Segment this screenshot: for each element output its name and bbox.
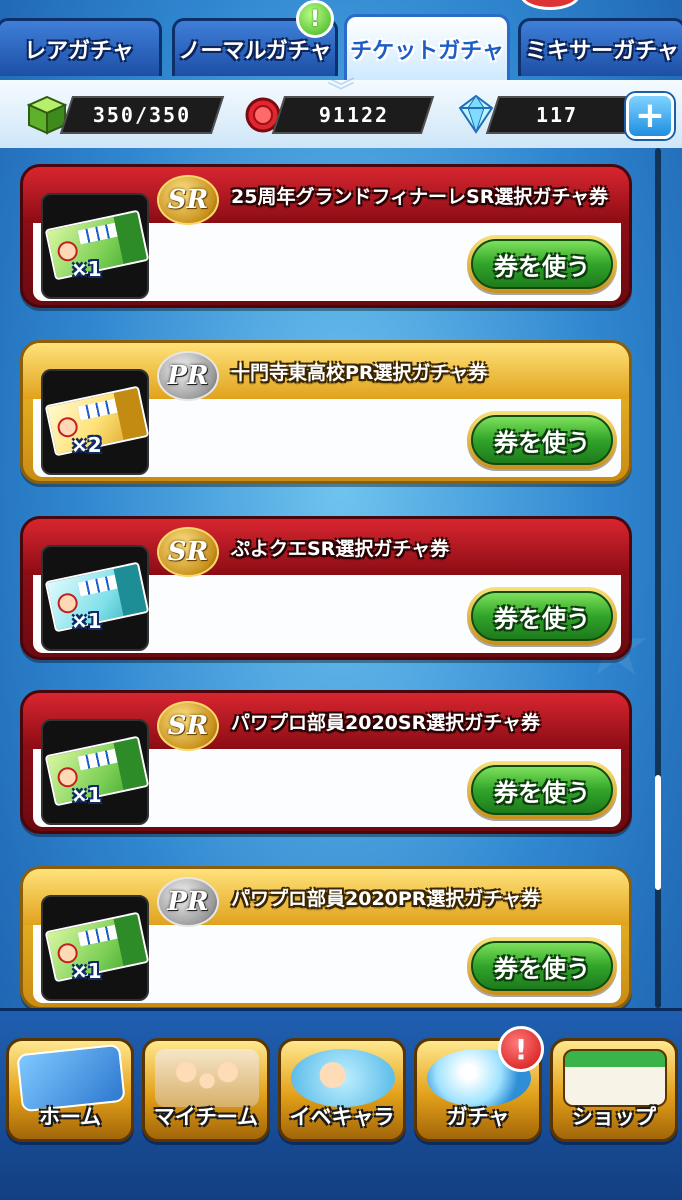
use-ticket-button[interactable]: 券を使う (467, 587, 617, 645)
sr-rank-badge-icon: SR (157, 701, 219, 751)
nav-event-characters[interactable]: イベキャラ (278, 1038, 406, 1142)
ticket-title: 25周年グランドフィナーレSR選択ガチャ券 (231, 185, 609, 208)
notification-badge-icon: ! (296, 0, 334, 38)
ticket-card: PR 十門寺東高校PR選択ガチャ券 ×2 券を使う (20, 340, 632, 484)
ticket-count: ×1 (71, 959, 102, 983)
top-nub (520, 0, 580, 10)
use-ticket-button[interactable]: 券を使う (467, 235, 617, 293)
sr-rank-badge-icon: SR (157, 527, 219, 577)
use-ticket-button[interactable]: 券を使う (467, 761, 617, 819)
use-ticket-button[interactable]: 券を使う (467, 411, 617, 469)
use-ticket-label: 券を使う (471, 415, 613, 465)
ticket-title: 十門寺東高校PR選択ガチャ券 (231, 361, 488, 384)
nav-gacha-label: ガチャ (446, 1105, 510, 1129)
ticket-image-frame (41, 719, 150, 825)
nav-my-team-label: マイチーム (153, 1105, 259, 1129)
ticket-card: SR パワプロ部員2020SR選択ガチャ券 ×1 券を使う (20, 690, 632, 834)
pr-rank-badge-icon: PR (157, 351, 219, 401)
gacha-alert-icon: ! (498, 1026, 544, 1072)
nav-my-team[interactable]: マイチーム (142, 1038, 270, 1142)
tab-mixer-gacha[interactable]: ミキサーガチャ (518, 18, 682, 76)
tab-rare-gacha[interactable]: レアガチャ (0, 18, 162, 76)
use-ticket-label: 券を使う (471, 239, 613, 289)
shop-store-icon (563, 1049, 667, 1107)
ticket-count: ×1 (71, 257, 102, 281)
ticket-count: ×2 (71, 433, 102, 457)
use-ticket-label: 券を使う (471, 941, 613, 991)
pr-rank-badge-icon: PR (157, 877, 219, 927)
use-ticket-button[interactable]: 券を使う (467, 937, 617, 995)
coin-value: 91122 (318, 103, 390, 127)
ticket-list: SR 25周年グランドフィナーレSR選択ガチャ券 ×1 券を使う PR 十門寺東… (0, 148, 682, 1018)
ticket-image-frame (41, 545, 150, 651)
ticket-title: パワプロ部員2020SR選択ガチャ券 (231, 711, 541, 734)
nav-event-characters-label: イベキャラ (289, 1105, 395, 1129)
sr-rank-badge-icon: SR (157, 175, 219, 225)
add-currency-button[interactable]: + (626, 93, 674, 139)
gem-value: 117 (535, 103, 579, 127)
nav-shop[interactable]: ショップ (550, 1038, 678, 1142)
ticket-count: ×1 (71, 609, 102, 633)
ticket-image-frame (41, 193, 150, 299)
ticket-title: ぷよクエSR選択ガチャ券 (231, 537, 450, 560)
tab-ticket-gacha[interactable]: チケットガチャ (344, 14, 510, 80)
team-players-icon (155, 1049, 259, 1107)
nav-shop-label: ショップ (572, 1105, 656, 1129)
scrollbar-thumb[interactable] (655, 775, 661, 890)
ticket-count: ×1 (71, 783, 102, 807)
ticket-card: PR パワプロ部員2020PR選択ガチャ券 ×1 券を使う (20, 866, 632, 1010)
event-character-icon (291, 1049, 395, 1107)
use-ticket-label: 券を使う (471, 765, 613, 815)
ticket-card: SR ぷよクエSR選択ガチャ券 ×1 券を使う (20, 516, 632, 660)
use-ticket-label: 券を使う (471, 591, 613, 641)
ticket-image-frame (41, 369, 150, 475)
nav-home[interactable]: ホーム (6, 1038, 134, 1142)
ticket-image-frame (41, 895, 150, 1001)
nav-home-label: ホーム (38, 1105, 102, 1129)
ticket-card: SR 25周年グランドフィナーレSR選択ガチャ券 ×1 券を使う (20, 164, 632, 308)
ticket-title: パワプロ部員2020PR選択ガチャ券 (231, 887, 541, 910)
gacha-tabs: レアガチャ ノーマルガチャ チケットガチャ ミキサーガチャ ! (0, 0, 682, 80)
stamina-value: 350/350 (92, 103, 192, 127)
